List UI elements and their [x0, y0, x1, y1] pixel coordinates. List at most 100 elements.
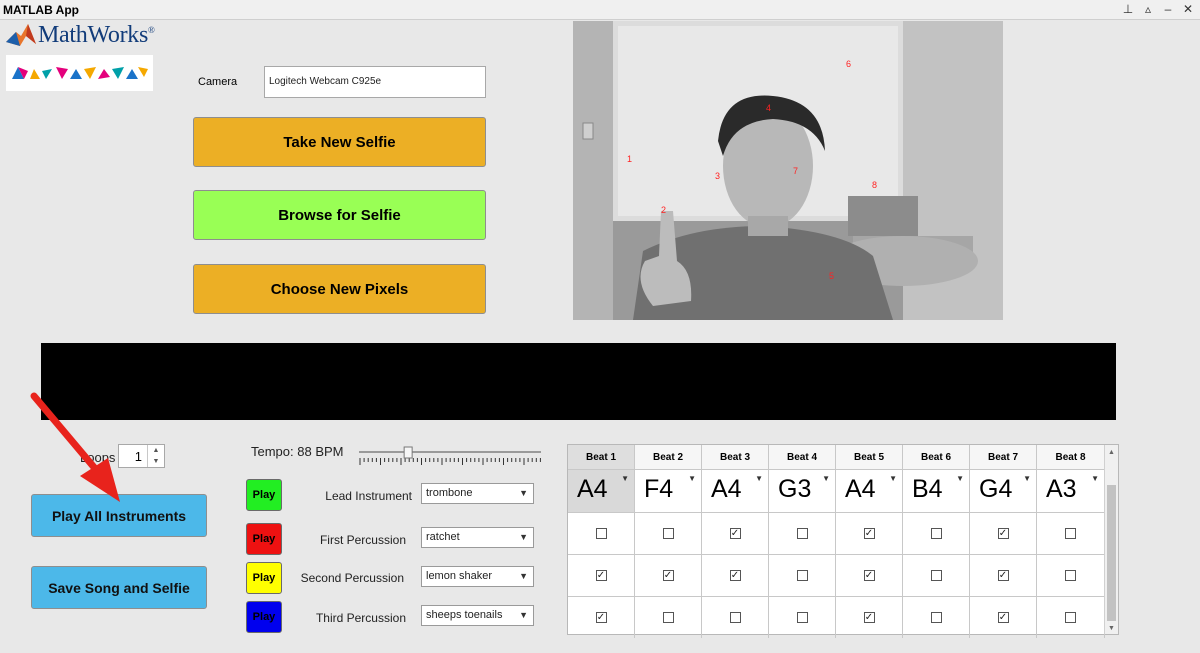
beat-checkbox[interactable]: [930, 570, 942, 581]
slider-thumb[interactable]: [403, 446, 413, 459]
beat-checkbox-cell: [903, 554, 970, 596]
beat-header[interactable]: Beat 3: [702, 445, 769, 470]
beat-checkbox-cell: [1037, 554, 1105, 596]
tempo-label: Tempo: 88 BPM: [251, 444, 344, 459]
beat-checkbox-cell: ✓: [568, 554, 635, 596]
beat-checkbox[interactable]: ✓: [595, 612, 607, 623]
beat-checkbox[interactable]: [662, 528, 674, 539]
selfie-photo: 1 2 3 4 5 6 7 8: [573, 21, 1003, 320]
note-value: A4: [845, 475, 876, 503]
beat-checkbox[interactable]: [729, 612, 741, 623]
minimize-icon[interactable]: –: [1162, 2, 1174, 16]
beat-header[interactable]: Beat 2: [635, 445, 702, 470]
lead-instrument-dropdown[interactable]: trombone ▼: [421, 483, 534, 504]
dropdown-value: ratchet: [426, 531, 460, 543]
beat-checkbox[interactable]: [595, 528, 607, 539]
pixel-label: 1: [627, 154, 632, 164]
beat-checkbox[interactable]: ✓: [997, 528, 1009, 539]
beat-checkbox[interactable]: ✓: [729, 528, 741, 539]
chevron-down-icon: ▼: [822, 474, 830, 483]
beat-checkbox-cell: [635, 512, 702, 554]
browse-selfie-button[interactable]: Browse for Selfie: [193, 190, 486, 240]
beat-checkbox[interactable]: [930, 612, 942, 623]
spinner-up-icon[interactable]: ▲: [148, 445, 164, 456]
chevron-down-icon: ▼: [688, 474, 696, 483]
beat-checkbox[interactable]: [662, 612, 674, 623]
restore-icon[interactable]: ▵: [1142, 2, 1154, 16]
beat-checkbox[interactable]: [930, 528, 942, 539]
chevron-down-icon: ▼: [519, 571, 528, 581]
note-value: A4: [711, 475, 742, 503]
red-arrow-icon: [30, 392, 120, 502]
membrane-icon: [6, 24, 36, 46]
beat-checkbox-cell: ✓: [836, 554, 903, 596]
beat-checkbox-cell: ✓: [702, 554, 769, 596]
note-dropdown[interactable]: G4 ▼: [970, 470, 1037, 512]
beat-checkbox[interactable]: ✓: [662, 570, 674, 581]
close-icon[interactable]: ✕: [1182, 2, 1194, 16]
note-dropdown[interactable]: A4 ▼: [568, 470, 635, 512]
pixel-label: 5: [829, 271, 834, 281]
beat-checkbox-cell: ✓: [635, 554, 702, 596]
note-value: B4: [912, 475, 943, 503]
chevron-down-icon: ▼: [519, 610, 528, 620]
second-percussion-dropdown[interactable]: lemon shaker ▼: [421, 566, 534, 587]
logo-trademark: ®: [148, 24, 155, 35]
third-percussion-dropdown[interactable]: sheeps toenails ▼: [421, 605, 534, 626]
choose-pixels-button[interactable]: Choose New Pixels: [193, 264, 486, 314]
note-dropdown[interactable]: A3 ▼: [1037, 470, 1105, 512]
beat-checkbox[interactable]: ✓: [997, 612, 1009, 623]
chevron-down-icon: ▼: [889, 474, 897, 483]
beat-header[interactable]: Beat 4: [769, 445, 836, 470]
beat-checkbox[interactable]: ✓: [863, 528, 875, 539]
color-banner: [6, 55, 153, 91]
note-dropdown[interactable]: G3 ▼: [769, 470, 836, 512]
pin-icon[interactable]: ⊥: [1122, 2, 1134, 16]
beat-header[interactable]: Beat 5: [836, 445, 903, 470]
beat-checkbox[interactable]: [796, 570, 808, 581]
note-dropdown[interactable]: F4 ▼: [635, 470, 702, 512]
beat-checkbox[interactable]: [796, 528, 808, 539]
note-dropdown[interactable]: A4 ▼: [702, 470, 769, 512]
pixel-label: 2: [661, 205, 666, 215]
first-percussion-dropdown[interactable]: ratchet ▼: [421, 527, 534, 548]
beat-checkbox[interactable]: [796, 612, 808, 623]
camera-label: Camera: [198, 76, 238, 88]
tempo-slider[interactable]: [357, 444, 543, 468]
beat-header[interactable]: Beat 6: [903, 445, 970, 470]
save-song-button[interactable]: Save Song and Selfie: [31, 566, 207, 609]
beat-checkbox[interactable]: ✓: [595, 570, 607, 581]
chevron-down-icon: ▼: [1091, 474, 1099, 483]
beat-checkbox[interactable]: ✓: [863, 612, 875, 623]
beat-header[interactable]: Beat 8: [1037, 445, 1105, 470]
beat-checkbox-cell: [903, 596, 970, 638]
scroll-up-icon[interactable]: ▲: [1108, 449, 1115, 456]
beat-checkbox-cell: ✓: [568, 596, 635, 638]
scroll-down-icon[interactable]: ▼: [1108, 625, 1115, 632]
pixel-label: 8: [872, 180, 877, 190]
chevron-down-icon: ▼: [755, 474, 763, 483]
window-title: MATLAB App: [3, 3, 79, 17]
grid-scrollbar[interactable]: ▲ ▼: [1104, 445, 1118, 634]
note-dropdown[interactable]: B4 ▼: [903, 470, 970, 512]
waveform-display: [41, 343, 1116, 420]
beat-checkbox[interactable]: [1065, 528, 1076, 539]
scroll-thumb[interactable]: [1107, 485, 1116, 621]
spinner-down-icon[interactable]: ▼: [148, 456, 164, 467]
beat-checkbox[interactable]: [1065, 570, 1076, 581]
camera-field[interactable]: Logitech Webcam C925e: [264, 66, 486, 98]
beat-checkbox[interactable]: [1065, 612, 1076, 623]
beat-checkbox[interactable]: ✓: [863, 570, 875, 581]
beat-checkbox[interactable]: ✓: [997, 570, 1009, 581]
note-dropdown[interactable]: A4 ▼: [836, 470, 903, 512]
beat-header[interactable]: Beat 1: [568, 445, 635, 470]
pixel-label: 3: [715, 171, 720, 181]
mathworks-logo: MathWorks®: [6, 21, 176, 49]
beat-checkbox-cell: ✓: [836, 512, 903, 554]
beat-checkbox-cell: [702, 596, 769, 638]
beat-header[interactable]: Beat 7: [970, 445, 1037, 470]
beat-checkbox-cell: [1037, 596, 1105, 638]
pixel-label: 7: [793, 166, 798, 176]
take-selfie-button[interactable]: Take New Selfie: [193, 117, 486, 167]
beat-checkbox[interactable]: ✓: [729, 570, 741, 581]
